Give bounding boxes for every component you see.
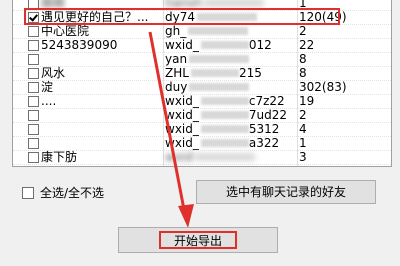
message-count: 8 xyxy=(299,66,307,80)
message-count: 19 xyxy=(299,94,315,108)
redacted-id-mask xyxy=(188,27,249,35)
select-all-label: 全选/全不选 xyxy=(40,186,105,200)
message-count: 22 xyxy=(299,38,315,52)
friend-name: 淀 xyxy=(41,80,54,94)
friend-row[interactable]: 康下肪 wxid 3 xyxy=(13,150,391,165)
friend-row[interactable]: wxid_ 7ud22 2 xyxy=(13,108,391,123)
redacted-id-mask xyxy=(203,0,264,7)
friend-name xyxy=(41,108,159,122)
friend-name: 康下肪 xyxy=(41,150,78,164)
friend-row[interactable]: yan 8 xyxy=(13,52,391,67)
friend-row[interactable]: 风水 ZHL 215 8 xyxy=(13,66,391,81)
message-count: 3 xyxy=(299,150,307,164)
friend-row[interactable]: wxid_ a322 1 xyxy=(13,136,391,151)
friend-id-prefix: wxid_ xyxy=(165,108,199,122)
friend-name: 风水 xyxy=(41,66,66,80)
friend-checkbox[interactable] xyxy=(28,82,39,93)
friend-id-prefix: wxid_ xyxy=(165,122,199,136)
friend-name xyxy=(41,122,159,136)
friend-row[interactable]: 5243839090 wxid_ 012 22 xyxy=(13,38,391,53)
message-count: 4 xyxy=(299,122,307,136)
friend-checkbox[interactable] xyxy=(28,68,39,79)
friend-id-prefix: yan xyxy=(165,52,188,66)
friend-id: wxid_ 7ud22 xyxy=(165,108,293,122)
friend-id-prefix: gh_ xyxy=(165,24,187,38)
friend-id-prefix: wxid_ xyxy=(165,136,199,150)
message-count: 302(83) xyxy=(299,80,347,94)
friend-checkbox[interactable] xyxy=(28,54,39,65)
select-all-box[interactable] xyxy=(22,187,34,199)
friend-id-suffix: 012 xyxy=(248,38,272,52)
friend-id-prefix: duy xyxy=(165,80,188,94)
friend-id: wxid_ c7z22 xyxy=(165,94,293,108)
friend-name xyxy=(41,136,159,150)
redacted-id-mask xyxy=(189,55,250,63)
friend-id-suffix: 5312 xyxy=(248,122,280,136)
friend-id: wxid_ a322 xyxy=(165,136,293,150)
friend-row[interactable]: wxid_ 5312 4 xyxy=(13,122,391,137)
friend-name: 5243839090 xyxy=(41,38,118,52)
friend-id-prefix: ZHL xyxy=(165,66,189,80)
friend-id-prefix: wxid xyxy=(165,150,193,164)
friend-name: 中心医院 xyxy=(41,24,90,38)
friend-checkbox[interactable] xyxy=(28,152,39,163)
friend-id-suffix: 7ud22 xyxy=(248,108,288,122)
friend-checkbox[interactable] xyxy=(28,96,39,107)
message-count: 1 xyxy=(299,136,307,150)
friend-id-prefix: wxid_ xyxy=(165,38,199,52)
redacted-id-mask xyxy=(200,125,249,133)
friend-list[interactable]: 踢模 tiansh 1 遇见更好的自己？... dy74 120(49) 中心医院 gh_ 2 5… xyxy=(12,0,392,167)
friend-row[interactable]: 中心医院 gh_ 2 xyxy=(13,24,391,39)
start-export-label: 开始导出 xyxy=(159,231,237,249)
friend-id: gh_ xyxy=(165,24,293,38)
redacted-id-mask xyxy=(200,97,249,105)
friend-id: wxid_ 012 xyxy=(165,38,293,52)
friend-checkbox[interactable] xyxy=(28,40,39,51)
message-count: 2 xyxy=(299,108,307,122)
friend-name xyxy=(41,52,159,66)
friend-id: yan xyxy=(165,52,293,66)
friend-id-suffix: 215 xyxy=(238,66,262,80)
friend-id: wxid_ 5312 xyxy=(165,122,293,136)
message-count: 8 xyxy=(299,52,307,66)
redacted-id-mask xyxy=(190,69,239,77)
friend-id-prefix: wxid_ xyxy=(165,94,199,108)
friend-checkbox[interactable] xyxy=(28,138,39,149)
redacted-id-mask xyxy=(189,83,250,91)
friend-checkbox[interactable] xyxy=(28,124,39,135)
friend-row[interactable]: 淀 duy 302(83) xyxy=(13,80,391,95)
friend-checkbox[interactable] xyxy=(28,26,39,37)
message-count: 2 xyxy=(299,24,307,38)
highlight-box-selected-row xyxy=(24,8,340,25)
redacted-id-mask xyxy=(194,153,255,161)
select-chatted-friends-button[interactable]: 选中有聊天记录的好友 xyxy=(196,180,376,204)
friend-id: wxid xyxy=(165,150,293,164)
friend-id: ZHL 215 xyxy=(165,66,293,80)
redacted-id-mask xyxy=(200,111,249,119)
friend-row[interactable]: .... wxid_ c7z22 19 xyxy=(13,94,391,109)
redacted-id-mask xyxy=(200,139,249,147)
friend-id-suffix: a322 xyxy=(248,136,280,150)
redacted-id-mask xyxy=(200,41,249,49)
start-export-button[interactable]: 开始导出 xyxy=(118,227,278,253)
friend-id-suffix: c7z22 xyxy=(248,94,285,108)
friend-checkbox[interactable] xyxy=(28,110,39,121)
friend-id: duy xyxy=(165,80,293,94)
friend-name: .... xyxy=(41,94,57,108)
